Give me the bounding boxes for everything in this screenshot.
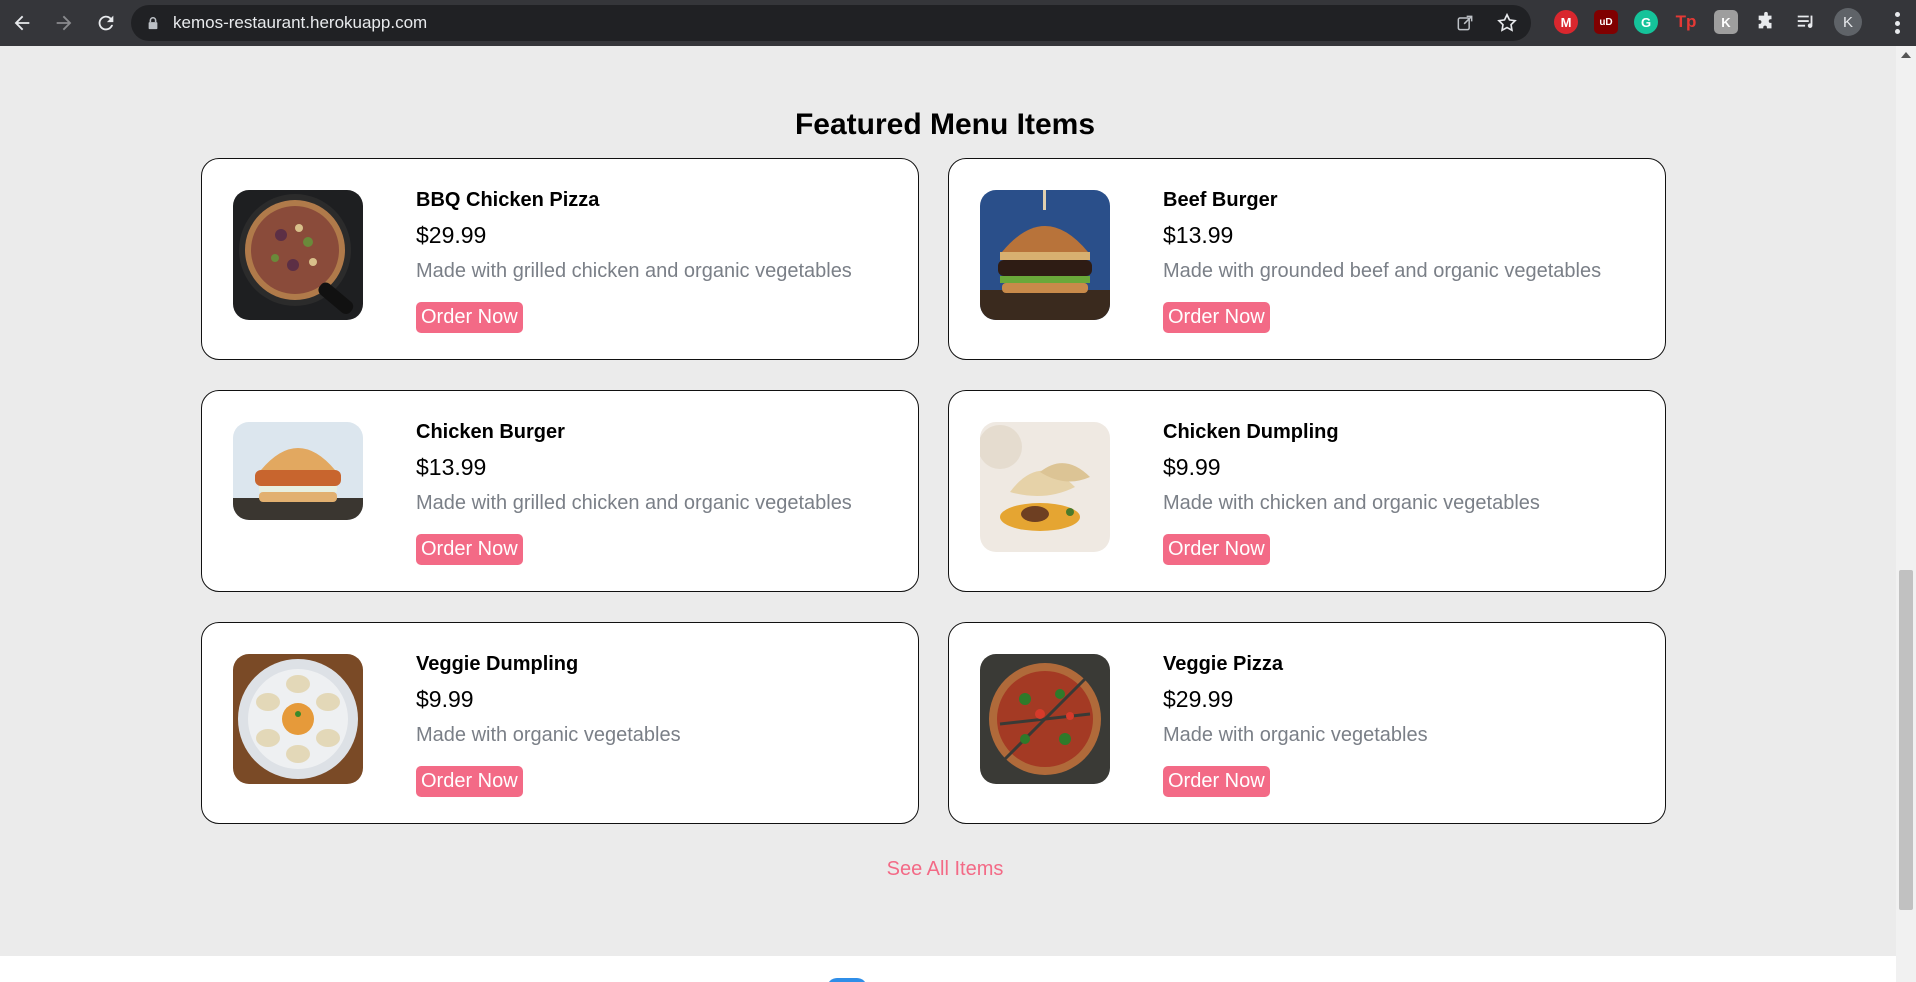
reload-icon bbox=[98, 15, 114, 31]
forward-arrow-icon bbox=[56, 15, 72, 31]
order-now-button[interactable]: Order Now bbox=[416, 534, 523, 565]
back-arrow-icon bbox=[14, 15, 30, 31]
section-title: Featured Menu Items bbox=[794, 108, 1096, 141]
item-image-chicken-burger bbox=[233, 422, 363, 520]
item-description: Made with chicken and organic vegetables bbox=[1163, 492, 1540, 514]
menu-item-card: Chicken Burger $13.99 Made with grilled … bbox=[201, 390, 919, 592]
item-price: $13.99 bbox=[1163, 222, 1234, 248]
menu-item-card: Chicken Dumpling $9.99 Made with chicken… bbox=[948, 390, 1666, 592]
kanji-icon[interactable]: K bbox=[1714, 10, 1738, 34]
item-description: Made with grounded beef and organic vege… bbox=[1163, 260, 1602, 282]
footer-strip bbox=[0, 956, 1896, 982]
item-image-chicken-dumpling bbox=[980, 422, 1110, 552]
item-description: Made with organic vegetables bbox=[416, 724, 681, 746]
item-description: Made with grilled chicken and organic ve… bbox=[416, 492, 852, 514]
item-price: $13.99 bbox=[416, 454, 487, 480]
menu-item-card: BBQ Chicken Pizza $29.99 Made with grill… bbox=[201, 158, 919, 360]
extensions-puzzle-icon[interactable] bbox=[1754, 10, 1778, 34]
profile-avatar[interactable]: K bbox=[1834, 8, 1862, 36]
item-name: Chicken Burger bbox=[416, 421, 565, 443]
item-image-veggie-dumpling bbox=[233, 654, 363, 784]
url-text: kemos-restaurant.herokuapp.com bbox=[173, 13, 428, 32]
item-price: $9.99 bbox=[1163, 454, 1221, 480]
item-name: Veggie Pizza bbox=[1163, 653, 1284, 675]
item-name: Chicken Dumpling bbox=[1163, 421, 1339, 443]
scrollbar-thumb[interactable] bbox=[1899, 570, 1913, 910]
address-bar[interactable]: kemos-restaurant.herokuapp.com bbox=[131, 5, 1531, 41]
order-now-button[interactable]: Order Now bbox=[1163, 766, 1270, 797]
ublock-icon[interactable]: uD bbox=[1594, 10, 1618, 34]
order-now-button[interactable]: Order Now bbox=[1163, 534, 1270, 565]
item-name: BBQ Chicken Pizza bbox=[416, 189, 600, 211]
item-price: $9.99 bbox=[416, 686, 474, 712]
page-scrollbar[interactable] bbox=[1896, 46, 1916, 982]
browser-toolbar: kemos-restaurant.herokuapp.com M uD G Tp… bbox=[0, 0, 1916, 46]
reading-list-icon[interactable] bbox=[1794, 10, 1818, 34]
item-image-veggie-pizza bbox=[980, 654, 1110, 784]
page-content: Featured Menu Items BBQ Chicken Pizza $2… bbox=[0, 46, 1896, 982]
item-image-bbq-chicken-pizza bbox=[233, 190, 363, 320]
item-image-beef-burger bbox=[980, 190, 1110, 320]
item-price: $29.99 bbox=[416, 222, 487, 248]
tp-icon[interactable]: Tp bbox=[1674, 10, 1698, 34]
order-now-button[interactable]: Order Now bbox=[416, 766, 523, 797]
menu-item-card: Veggie Pizza $29.99 Made with organic ve… bbox=[948, 622, 1666, 824]
back-button[interactable] bbox=[2, 3, 42, 43]
menu-item-card: Beef Burger $13.99 Made with grounded be… bbox=[948, 158, 1666, 360]
forward-button[interactable] bbox=[44, 3, 84, 43]
order-now-button[interactable]: Order Now bbox=[416, 302, 523, 333]
mega-icon[interactable]: M bbox=[1554, 10, 1578, 34]
lock-icon bbox=[145, 15, 161, 31]
menu-item-card: Veggie Dumpling $9.99 Made with organic … bbox=[201, 622, 919, 824]
order-now-button[interactable]: Order Now bbox=[1163, 302, 1270, 333]
item-name: Beef Burger bbox=[1163, 189, 1278, 211]
reload-button[interactable] bbox=[86, 3, 126, 43]
browser-menu-icon[interactable] bbox=[1894, 12, 1900, 34]
item-price: $29.99 bbox=[1163, 686, 1234, 712]
grammarly-icon[interactable]: G bbox=[1634, 10, 1658, 34]
item-description: Made with organic vegetables bbox=[1163, 724, 1428, 746]
item-description: Made with grilled chicken and organic ve… bbox=[416, 260, 852, 282]
scroll-up-arrow-icon[interactable] bbox=[1901, 52, 1911, 58]
item-name: Veggie Dumpling bbox=[416, 653, 579, 675]
footer-logo-icon bbox=[827, 978, 867, 982]
see-all-items-link[interactable]: See All Items bbox=[0, 858, 1890, 881]
share-icon[interactable] bbox=[1453, 11, 1477, 35]
bookmark-star-icon[interactable] bbox=[1495, 11, 1519, 35]
